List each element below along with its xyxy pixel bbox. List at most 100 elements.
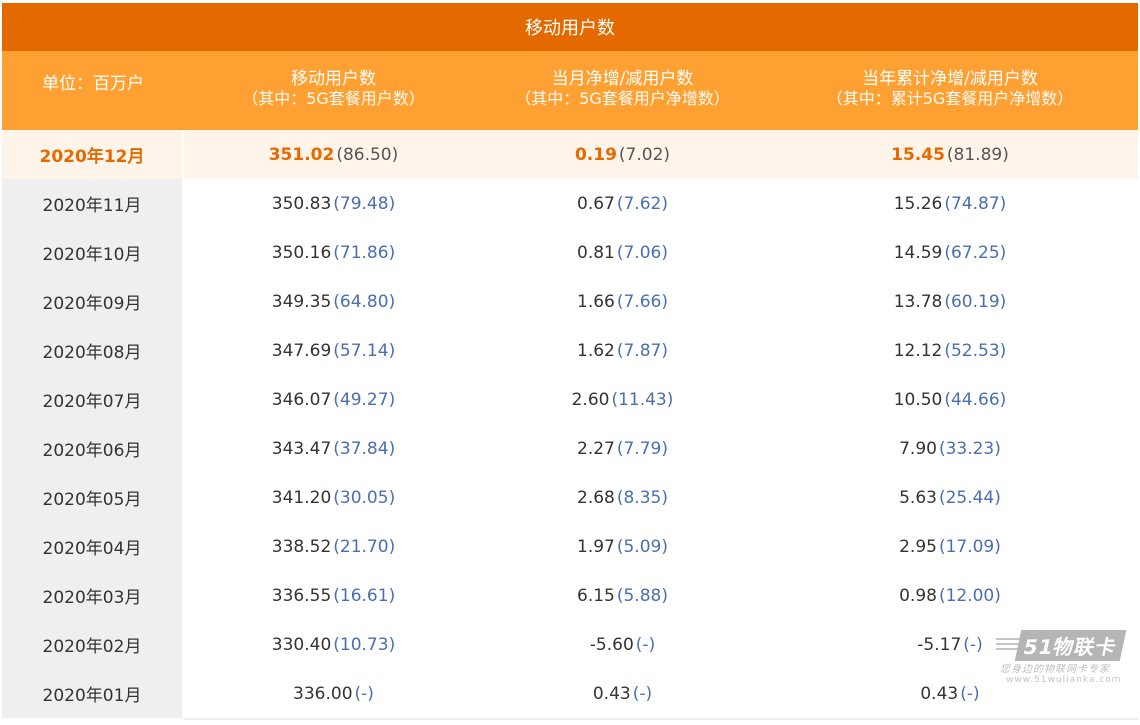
table-row: 2020年03月 336.55 (16.61) 6.15 (5.88) 0.98 (12.0… bbox=[2, 571, 1138, 620]
5g-value: (17.09) bbox=[938, 536, 1001, 557]
mobile-users-cell: 338.52 (21.70) bbox=[184, 522, 483, 571]
value: 14.59 bbox=[893, 242, 943, 263]
5g-value: (-) bbox=[635, 634, 656, 655]
ytd-net-add-cell: 14.59 (67.25) bbox=[762, 228, 1138, 277]
table-bottom-divider bbox=[184, 718, 1138, 720]
5g-value: (74.87) bbox=[944, 193, 1007, 214]
value: 13.78 bbox=[893, 291, 943, 312]
5g-value: (71.86) bbox=[333, 242, 396, 263]
monthly-net-add-cell: 2.27 (7.79) bbox=[483, 424, 762, 473]
5g-value: (7.66) bbox=[616, 291, 668, 312]
monthly-net-add-cell: 1.66 (7.66) bbox=[483, 277, 762, 326]
value: 349.35 bbox=[271, 291, 332, 312]
table-row: 2020年04月 338.52 (21.70) 1.97 (5.09) 2.95 (17.0… bbox=[2, 522, 1138, 571]
table-header-row: 单位：百万户 移动用户数 （其中：5G套餐用户数） 当月净增/减用户数 （其中：… bbox=[2, 51, 1138, 130]
column-header-line1: 当月净增/减用户数 bbox=[551, 69, 694, 89]
value: 2.95 bbox=[899, 536, 937, 557]
table-row: 2020年07月 346.07 (49.27) 2.60 (11.43) 10.50 (44… bbox=[2, 375, 1138, 424]
table-row: 2020年02月 330.40 (10.73) -5.60 (-) -5.17 (-) bbox=[2, 620, 1138, 669]
5g-value: (7.02) bbox=[618, 144, 671, 165]
value: 341.20 bbox=[271, 487, 332, 508]
month-cell: 2020年09月 bbox=[2, 277, 184, 326]
ytd-net-add-cell: 15.26 (74.87) bbox=[762, 179, 1138, 228]
ytd-net-add-cell: 0.98 (12.00) bbox=[762, 571, 1138, 620]
value: 7.90 bbox=[899, 438, 937, 459]
value: 338.52 bbox=[271, 536, 332, 557]
value: 12.12 bbox=[893, 340, 943, 361]
mobile-users-cell: 347.69 (57.14) bbox=[184, 326, 483, 375]
table-row: 2020年12月 351.02 (86.50) 0.19 (7.02) 15.45 (81.… bbox=[2, 130, 1138, 179]
table-body: 2020年12月 351.02 (86.50) 0.19 (7.02) 15.45 (81.… bbox=[2, 130, 1138, 718]
unit-label: 单位：百万户 bbox=[42, 74, 144, 94]
table-row: 2020年09月 349.35 (64.80) 1.66 (7.66) 13.78 (60.… bbox=[2, 277, 1138, 326]
mobile-users-cell: 343.47 (37.84) bbox=[184, 424, 483, 473]
value: 15.26 bbox=[893, 193, 943, 214]
value: 2.27 bbox=[577, 438, 615, 459]
ytd-net-add-cell: 10.50 (44.66) bbox=[762, 375, 1138, 424]
value: 10.50 bbox=[893, 389, 943, 410]
value: 0.43 bbox=[592, 683, 631, 704]
monthly-net-add-cell: 2.60 (11.43) bbox=[483, 375, 762, 424]
5g-value: (11.43) bbox=[611, 389, 674, 410]
5g-value: (7.62) bbox=[616, 193, 668, 214]
table-row: 2020年11月 350.83 (79.48) 0.67 (7.62) 15.26 (74.… bbox=[2, 179, 1138, 228]
ytd-net-add-cell: 5.63 (25.44) bbox=[762, 473, 1138, 522]
5g-value: (33.23) bbox=[938, 438, 1001, 459]
column-header-line2: （其中：5G套餐用户净增数） bbox=[515, 89, 730, 108]
table-row: 2020年10月 350.16 (71.86) 0.81 (7.06) 14.59 (67.… bbox=[2, 228, 1138, 277]
table-row: 2020年08月 347.69 (57.14) 1.62 (7.87) 12.12 (52.… bbox=[2, 326, 1138, 375]
table-title-text: 移动用户数 bbox=[525, 18, 615, 39]
5g-value: (5.09) bbox=[616, 536, 668, 557]
5g-value: (8.35) bbox=[616, 487, 668, 508]
value: 346.07 bbox=[271, 389, 332, 410]
month-cell: 2020年03月 bbox=[2, 571, 184, 620]
month-cell: 2020年04月 bbox=[2, 522, 184, 571]
column-header-mobile-users: 移动用户数 （其中：5G套餐用户数） bbox=[184, 51, 483, 130]
5g-value: (79.48) bbox=[333, 193, 396, 214]
month-cell: 2020年06月 bbox=[2, 424, 184, 473]
value: 343.47 bbox=[271, 438, 332, 459]
column-header-monthly-net-add: 当月净增/减用户数 （其中：5G套餐用户净增数） bbox=[483, 51, 762, 130]
5g-value: (-) bbox=[632, 683, 653, 704]
value: 5.63 bbox=[899, 487, 937, 508]
5g-value: (52.53) bbox=[944, 340, 1007, 361]
5g-value: (5.88) bbox=[616, 585, 668, 606]
5g-value: (81.89) bbox=[946, 144, 1009, 165]
brand-watermark: 51物联卡 您身边的物联网卡专家 www.51wulianka.com bbox=[996, 630, 1136, 690]
5g-value: (37.84) bbox=[333, 438, 396, 459]
5g-value: (44.66) bbox=[944, 389, 1007, 410]
table-title: 移动用户数 bbox=[2, 3, 1138, 51]
ytd-net-add-cell: 15.45 (81.89) bbox=[762, 130, 1138, 179]
month-cell: 2020年07月 bbox=[2, 375, 184, 424]
5g-value: (67.25) bbox=[944, 242, 1007, 263]
5g-value: (-) bbox=[354, 683, 374, 704]
monthly-net-add-cell: 2.68 (8.35) bbox=[483, 473, 762, 522]
5g-value: (16.61) bbox=[333, 585, 396, 606]
monthly-net-add-cell: -5.60 (-) bbox=[483, 620, 762, 669]
table-row: 2020年05月 341.20 (30.05) 2.68 (8.35) 5.63 (25.4… bbox=[2, 473, 1138, 522]
value: 0.67 bbox=[577, 193, 615, 214]
mobile-users-cell: 330.40 (10.73) bbox=[184, 620, 483, 669]
mobile-users-cell: 336.00 (-) bbox=[184, 669, 483, 718]
value: 0.81 bbox=[577, 242, 615, 263]
ytd-net-add-cell: 13.78 (60.19) bbox=[762, 277, 1138, 326]
table-row: 2020年06月 343.47 (37.84) 2.27 (7.79) 7.90 (33.2… bbox=[2, 424, 1138, 473]
monthly-net-add-cell: 0.67 (7.62) bbox=[483, 179, 762, 228]
monthly-net-add-cell: 1.97 (5.09) bbox=[483, 522, 762, 571]
5g-value: (-) bbox=[960, 683, 980, 704]
value: 1.62 bbox=[577, 340, 615, 361]
5g-value: (-) bbox=[963, 634, 983, 655]
value: -5.17 bbox=[917, 634, 962, 655]
value: 1.97 bbox=[577, 536, 615, 557]
5g-value: (57.14) bbox=[333, 340, 396, 361]
month-cell: 2020年08月 bbox=[2, 326, 184, 375]
monthly-net-add-cell: 6.15 (5.88) bbox=[483, 571, 762, 620]
value: 351.02 bbox=[268, 144, 335, 165]
value: 350.16 bbox=[271, 242, 332, 263]
column-header-line1: 当年累计净增/减用户数 bbox=[862, 69, 1038, 89]
mobile-users-cell: 350.16 (71.86) bbox=[184, 228, 483, 277]
value: 0.43 bbox=[920, 683, 959, 704]
mobile-users-table: 移动用户数 单位：百万户 移动用户数 （其中：5G套餐用户数） 当月净增/减用户… bbox=[2, 3, 1138, 720]
value: 336.55 bbox=[271, 585, 332, 606]
value: 0.98 bbox=[899, 585, 937, 606]
